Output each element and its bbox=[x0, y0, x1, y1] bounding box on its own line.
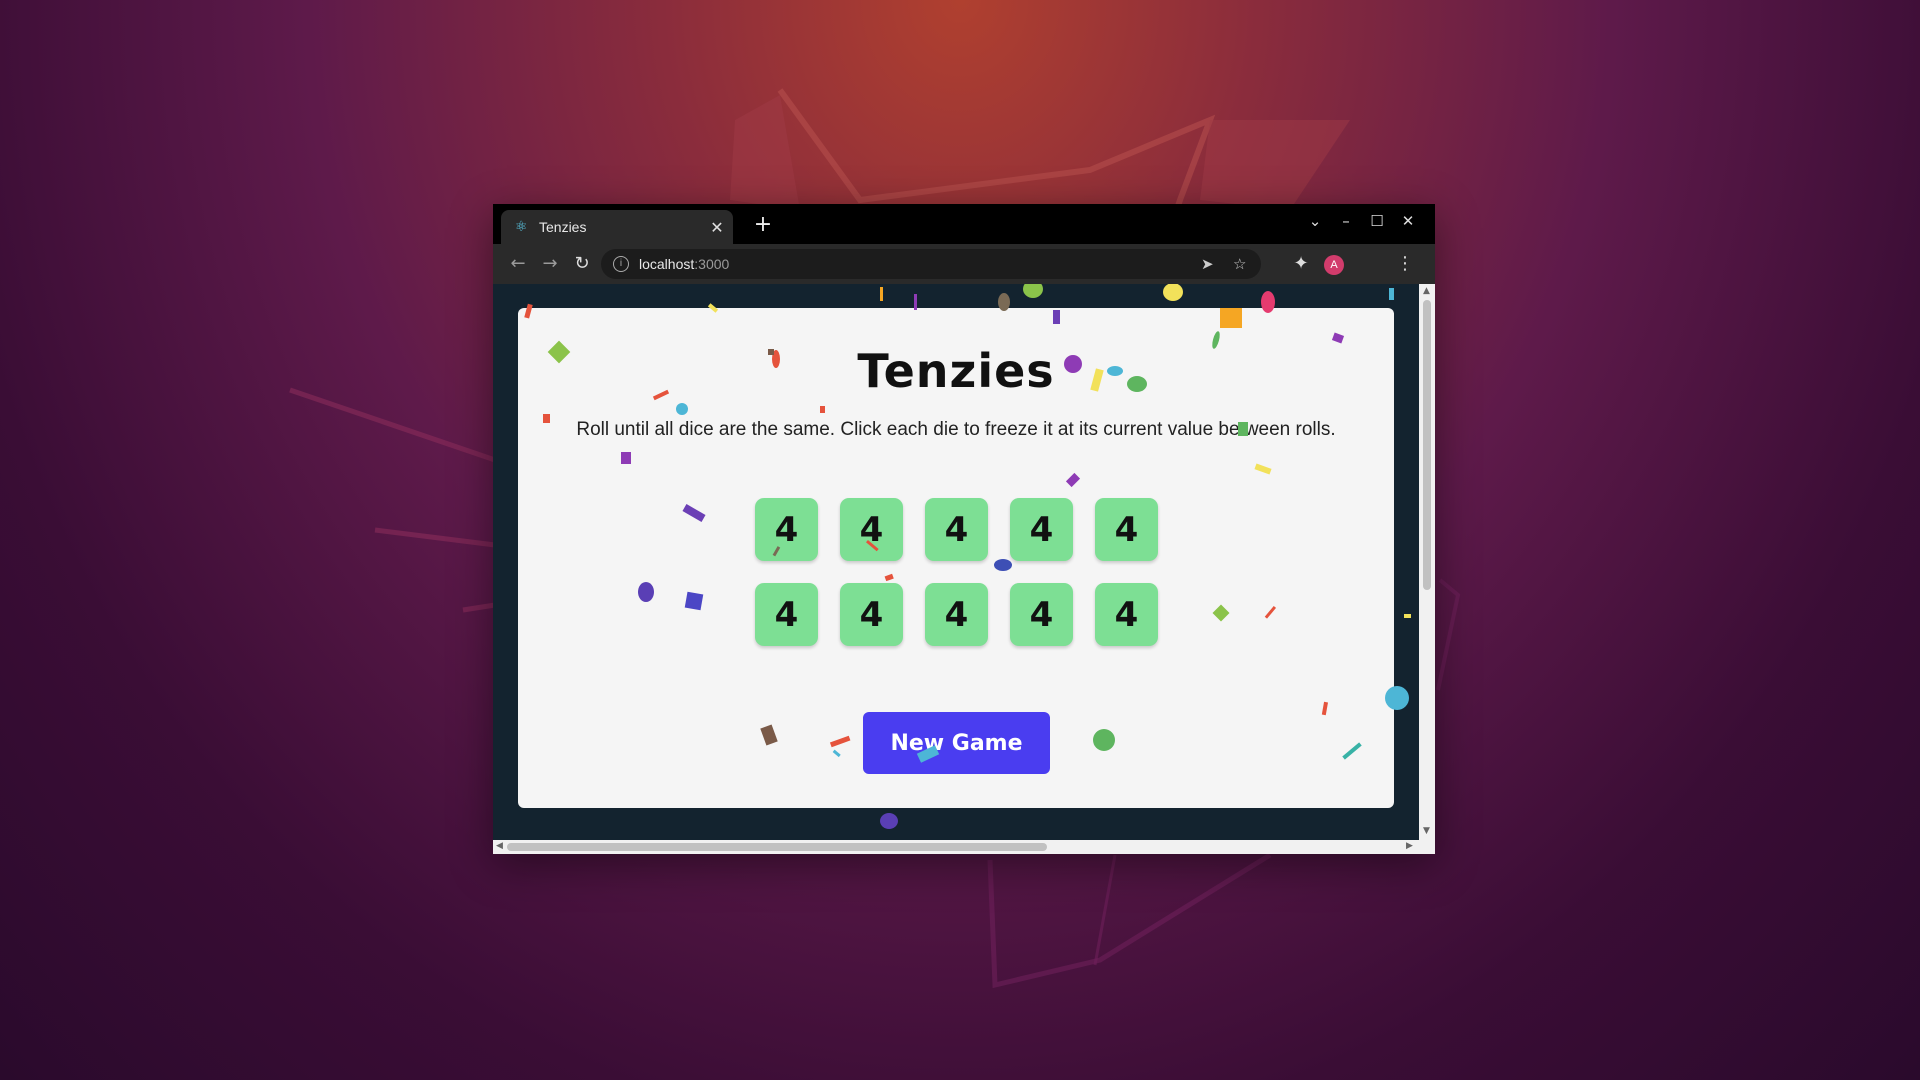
die[interactable]: 4 bbox=[1095, 498, 1158, 561]
extensions-puzzle-icon[interactable]: ✦ bbox=[1289, 253, 1313, 274]
address-bar[interactable]: i localhost:3000 ➤ ☆ bbox=[601, 249, 1261, 279]
die[interactable]: 4 bbox=[1095, 583, 1158, 646]
vertical-scroll-thumb[interactable] bbox=[1423, 300, 1431, 590]
back-arrow-icon[interactable]: ← bbox=[506, 253, 530, 274]
scroll-left-icon[interactable]: ◀ bbox=[496, 841, 503, 851]
close-tab-icon[interactable]: ✕ bbox=[707, 218, 727, 237]
url-port: :3000 bbox=[694, 256, 730, 272]
browser-window: ⚛ Tenzies ✕ + ⌄ – ☐ ✕ ← → ↻ i localhost:… bbox=[493, 204, 1435, 854]
die[interactable]: 4 bbox=[1010, 498, 1073, 561]
die[interactable]: 4 bbox=[925, 583, 988, 646]
page-title: Tenzies bbox=[857, 344, 1055, 398]
scroll-right-icon[interactable]: ▶ bbox=[1406, 841, 1413, 851]
bookmark-star-icon[interactable]: ☆ bbox=[1233, 255, 1246, 273]
menu-dots-icon[interactable]: ⋮ bbox=[1393, 253, 1417, 274]
instructions-text: Roll until all dice are the same. Click … bbox=[576, 419, 1336, 440]
tab-tenzies[interactable]: ⚛ Tenzies ✕ bbox=[501, 210, 733, 244]
horizontal-scroll-thumb[interactable] bbox=[507, 843, 1047, 851]
browser-toolbar: ← → ↻ i localhost:3000 ➤ ☆ ✦ A ⋮ bbox=[493, 244, 1435, 284]
tab-title: Tenzies bbox=[539, 219, 587, 235]
url-host: localhost bbox=[639, 256, 695, 272]
dice-grid: 4 4 4 4 4 4 4 4 4 4 bbox=[755, 498, 1158, 646]
die[interactable]: 4 bbox=[840, 583, 903, 646]
die[interactable]: 4 bbox=[1010, 583, 1073, 646]
die[interactable]: 4 bbox=[755, 583, 818, 646]
new-game-button[interactable]: New Game bbox=[863, 712, 1050, 774]
new-tab-button[interactable]: + bbox=[751, 212, 775, 237]
horizontal-scrollbar[interactable]: ◀ ▶ bbox=[493, 840, 1435, 854]
die[interactable]: 4 bbox=[840, 498, 903, 561]
scroll-down-icon[interactable]: ▼ bbox=[1423, 826, 1430, 836]
minimize-button[interactable]: – bbox=[1336, 212, 1356, 230]
forward-arrow-icon[interactable]: → bbox=[538, 253, 562, 274]
die[interactable]: 4 bbox=[755, 498, 818, 561]
tab-search-icon[interactable]: ⌄ bbox=[1305, 212, 1325, 230]
reload-icon[interactable]: ↻ bbox=[570, 253, 594, 274]
send-icon[interactable]: ➤ bbox=[1201, 255, 1214, 273]
avatar[interactable]: A bbox=[1324, 255, 1344, 275]
tab-bar: ⚛ Tenzies ✕ + ⌄ – ☐ ✕ bbox=[493, 204, 1435, 244]
page-viewport: Tenzies Roll until all dice are the same… bbox=[493, 284, 1419, 840]
die[interactable]: 4 bbox=[925, 498, 988, 561]
scroll-up-icon[interactable]: ▲ bbox=[1423, 286, 1430, 296]
close-window-button[interactable]: ✕ bbox=[1398, 212, 1418, 230]
react-icon: ⚛ bbox=[515, 219, 528, 235]
vertical-scrollbar[interactable]: ▲ ▼ bbox=[1419, 284, 1435, 840]
game-card: Tenzies Roll until all dice are the same… bbox=[518, 308, 1394, 808]
maximize-button[interactable]: ☐ bbox=[1367, 212, 1387, 230]
info-icon[interactable]: i bbox=[613, 256, 629, 272]
